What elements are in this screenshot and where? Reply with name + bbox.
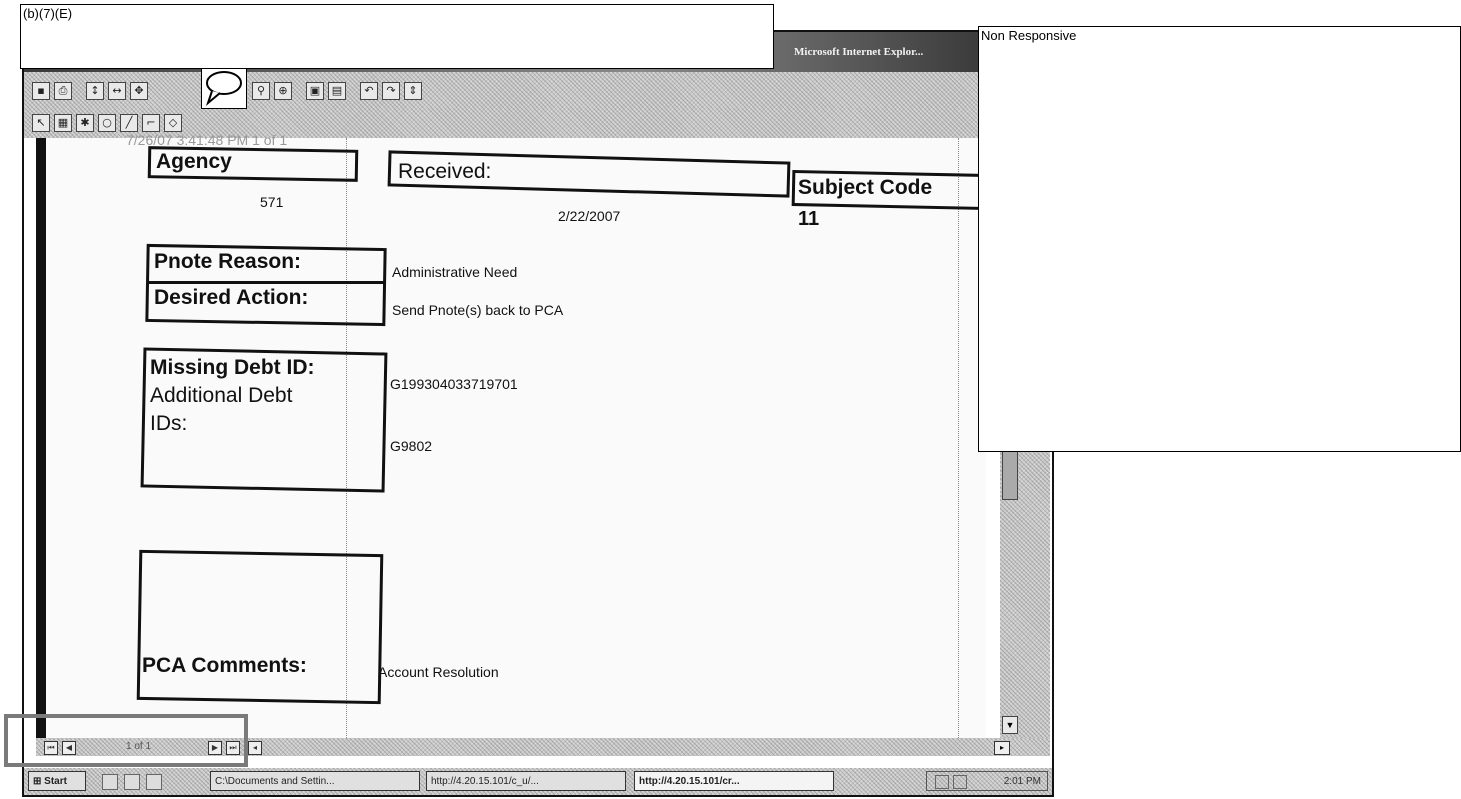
highlight-icon[interactable]: ▦ — [54, 114, 72, 132]
save-icon[interactable]: ▪ — [32, 82, 50, 100]
stamp-icon[interactable]: ✱ — [76, 114, 94, 132]
additional-debt-label-1: Additional Debt — [150, 384, 293, 407]
scroll-down-icon[interactable]: ▼ — [1002, 716, 1018, 734]
scroll-left-icon[interactable]: ◂ — [248, 741, 262, 755]
fit-width-icon[interactable]: ↔ — [108, 82, 126, 100]
taskbar: ⊞ Start C:\Documents and Settin... http:… — [24, 768, 1052, 795]
taskbar-item[interactable]: http://4.20.15.101/c_u/... — [426, 771, 626, 791]
viewer-toolbar: ▪ ⎙ ↕ ↔ ✥ ⚲ ⊕ ▣ ▤ ↶ ↷ ⇕ — [24, 72, 1052, 108]
media-quicklaunch-icon[interactable] — [146, 774, 162, 790]
pnote-reason-value: Administrative Need — [392, 264, 518, 280]
annotation-comment-icon[interactable] — [201, 66, 247, 109]
volume-icon[interactable] — [953, 775, 967, 789]
scroll-right-icon[interactable]: ▸ — [994, 741, 1010, 755]
redaction-label: (b)(7)(E) — [23, 6, 73, 21]
received-label: Received: — [398, 160, 492, 183]
desktop-quicklaunch-icon[interactable] — [102, 774, 118, 790]
redaction-box-non-responsive: Non Responsive — [978, 26, 1461, 452]
taskbar-item[interactable]: C:\Documents and Settin... — [210, 771, 420, 791]
line-icon[interactable]: ╱ — [120, 114, 138, 132]
rotate-left-icon[interactable]: ↶ — [360, 82, 378, 100]
missing-debt-label: Missing Debt ID: — [150, 356, 315, 379]
received-value: 2/22/2007 — [558, 208, 621, 224]
windows-logo-icon: ⊞ — [33, 776, 42, 787]
two-page-icon[interactable]: ▤ — [328, 82, 346, 100]
start-button[interactable]: ⊞ Start — [28, 771, 86, 791]
pnote-divider — [148, 281, 384, 284]
polygon-icon[interactable]: ◇ — [164, 114, 182, 132]
clock: 2:01 PM — [1003, 776, 1041, 787]
print-icon[interactable]: ⎙ — [54, 82, 72, 100]
single-page-icon[interactable]: ▣ — [306, 82, 324, 100]
browser-window: Microsoft Internet Explor... ▪ ⎙ ↕ ↔ ✥ ⚲… — [22, 30, 1054, 797]
pan-icon[interactable]: ✥ — [130, 82, 148, 100]
desired-action-value: Send Pnote(s) back to PCA — [392, 302, 564, 318]
pnote-reason-label: Pnote Reason: — [154, 250, 302, 273]
window-title: Microsoft Internet Explor... — [794, 46, 924, 58]
additional-debt-value: G9802 — [390, 438, 433, 454]
page-left-edge — [36, 138, 46, 738]
subject-code-label: Subject Code — [798, 176, 933, 199]
page-navigation-highlight — [4, 714, 248, 767]
redaction-label: Non Responsive — [981, 28, 1077, 43]
additional-debt-label-2: IDs: — [150, 412, 188, 435]
fit-height-icon[interactable]: ↕ — [86, 82, 104, 100]
document-page: 7/26/07 3:41:48 PM 1 of 1 Agency 571 Rec… — [36, 132, 989, 738]
zoom-in-icon[interactable]: ⊕ — [274, 82, 292, 100]
taskbar-item-active[interactable]: http://4.20.15.101/cr... — [634, 771, 834, 791]
redaction-box-b7e: (b)(7)(E) — [20, 4, 774, 69]
column-rule — [958, 138, 959, 738]
flip-icon[interactable]: ⇕ — [404, 82, 422, 100]
system-tray: 2:01 PM — [926, 771, 1048, 791]
desired-action-label: Desired Action: — [154, 286, 309, 309]
pca-comments-box — [136, 549, 384, 705]
agency-label: Agency — [156, 150, 232, 173]
agency-value: 571 — [260, 194, 284, 210]
rotate-right-icon[interactable]: ↷ — [382, 82, 400, 100]
select-pointer-icon[interactable]: ↖ — [32, 114, 50, 132]
start-label: Start — [44, 776, 67, 787]
pca-comments-label: PCA Comments: — [142, 654, 307, 677]
subject-code-value: 11 — [798, 208, 820, 230]
bracket-icon[interactable]: ⌐ — [142, 114, 160, 132]
missing-debt-value: G199304033719701 — [390, 376, 518, 392]
circle-icon[interactable]: ○ — [98, 114, 116, 132]
browser-quicklaunch-icon[interactable] — [124, 774, 140, 790]
pca-comments-value: Account Resolution — [378, 664, 499, 680]
zoom-out-icon[interactable]: ⚲ — [252, 82, 270, 100]
network-icon[interactable] — [935, 775, 949, 789]
